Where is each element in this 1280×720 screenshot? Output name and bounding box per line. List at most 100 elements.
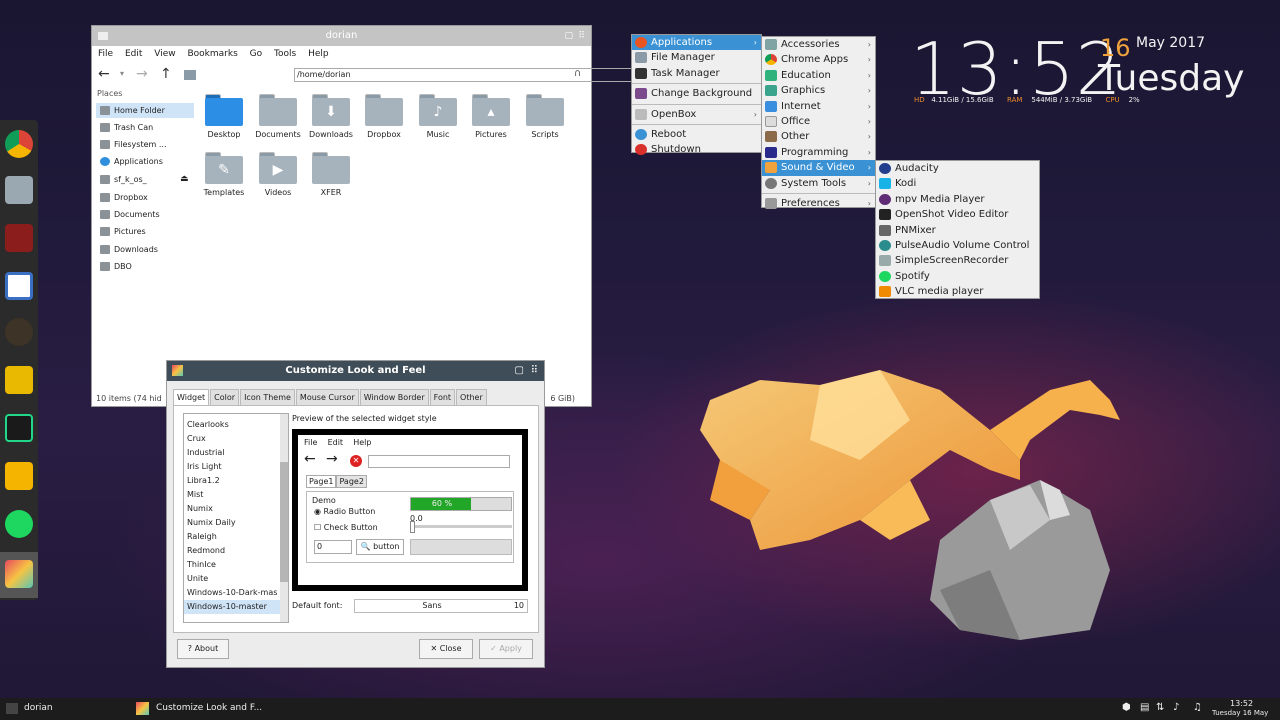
tab-other[interactable]: Other	[456, 389, 487, 405]
place-home-folder[interactable]: Home Folder	[96, 103, 194, 118]
menu-item-other[interactable]: Other ›	[762, 129, 875, 144]
file-videos[interactable]: ▶ Videos	[250, 152, 306, 197]
taskbar-date[interactable]: Tuesday 16 May	[1212, 709, 1268, 717]
network-tray-icon[interactable]: ⇅	[1156, 702, 1164, 713]
tab-font[interactable]: Font	[429, 389, 456, 405]
package-icon[interactable]	[5, 366, 33, 394]
theme-list[interactable]: Clearlooks Crux Industrial Iris Light Li…	[183, 413, 289, 623]
minimize-icon[interactable]: ▢	[515, 361, 524, 381]
menu-item-sound-video[interactable]: Sound & Video ›	[762, 160, 875, 176]
sound-video-menu[interactable]: Audacity Kodi mpv Media Player OpenShot …	[875, 160, 1040, 299]
up-icon[interactable]: ↑	[160, 66, 172, 82]
menu-item-pulseaudio[interactable]: PulseAudio Volume Control	[876, 238, 1039, 253]
menu-item-shutdown[interactable]: Shutdown	[632, 142, 761, 157]
theme-item[interactable]: ThinIce	[184, 558, 288, 572]
tab-color[interactable]: Color	[210, 389, 240, 405]
look-feel-icon[interactable]	[5, 560, 33, 588]
maximize-icon[interactable]: ⠿	[531, 361, 538, 381]
menu-item-internet[interactable]: Internet ›	[762, 99, 875, 114]
document-icon[interactable]	[5, 272, 33, 300]
menu-tools[interactable]: Tools	[274, 49, 296, 59]
chrome-icon[interactable]	[5, 130, 33, 158]
applications-menu[interactable]: Accessories › Chrome Apps › Education › Gra…	[761, 36, 876, 211]
file-downloads[interactable]: ⬇ Downloads	[303, 94, 359, 139]
place-dbo[interactable]: DBO	[96, 259, 194, 274]
place-applications[interactable]: Applications	[96, 154, 194, 169]
file-manager-icon[interactable]	[5, 176, 33, 204]
file-pictures[interactable]: ▴ Pictures	[463, 94, 519, 139]
menu-item-preferences[interactable]: Preferences ›	[762, 196, 875, 211]
place-documents[interactable]: Documents	[96, 207, 194, 222]
back-dropdown-icon[interactable]: ▾	[120, 69, 124, 78]
forward-icon[interactable]: →	[136, 66, 148, 82]
place-pictures[interactable]: Pictures	[96, 224, 194, 239]
file-desktop[interactable]: Desktop	[196, 94, 252, 139]
menu-edit[interactable]: Edit	[125, 49, 142, 59]
spotify-icon[interactable]	[5, 510, 33, 538]
task-manager-icon[interactable]	[5, 224, 33, 252]
theme-item[interactable]: Numix Daily	[184, 516, 288, 530]
menu-item-applications[interactable]: Applications ›	[632, 35, 761, 51]
file-templates[interactable]: ✎ Templates	[196, 152, 252, 197]
menu-item-openshot[interactable]: OpenShot Video Editor	[876, 207, 1039, 222]
mail-icon[interactable]	[5, 462, 33, 490]
close-button[interactable]: ✕ Close	[419, 639, 473, 659]
menu-item-spotify[interactable]: Spotify	[876, 269, 1039, 284]
taskbar-time[interactable]: 13:52	[1230, 699, 1253, 708]
menu-item-file-manager[interactable]: File Manager	[632, 50, 761, 65]
file-xfer[interactable]: XFER	[303, 152, 359, 197]
menu-help[interactable]: Help	[308, 49, 329, 59]
theme-item[interactable]: Windows-10-Dark-mas	[184, 586, 288, 600]
file-documents[interactable]: Documents	[250, 94, 306, 139]
refresh-icon[interactable]: ∩	[574, 68, 581, 79]
clipboard-tray-icon[interactable]: ▤	[1140, 702, 1149, 713]
font-button[interactable]: Sans 10	[354, 599, 528, 613]
tab-icon-theme[interactable]: Icon Theme	[240, 389, 295, 405]
root-menu[interactable]: Applications › File Manager Task Manager …	[631, 34, 762, 156]
theme-item[interactable]: Numix	[184, 502, 288, 516]
gimp-icon[interactable]	[5, 318, 33, 346]
taskbar-task-look-feel[interactable]: Customize Look and F...	[132, 698, 302, 720]
menu-item-programming[interactable]: Programming ›	[762, 145, 875, 160]
theme-item[interactable]: Mist	[184, 488, 288, 502]
place-trash[interactable]: Trash Can	[96, 120, 194, 135]
theme-item[interactable]: Libra1.2	[184, 474, 288, 488]
menu-item-task-manager[interactable]: Task Manager	[632, 66, 761, 81]
theme-item[interactable]: Industrial	[184, 446, 288, 460]
menu-item-audacity[interactable]: Audacity	[876, 161, 1039, 176]
apply-button[interactable]: ✓ Apply	[479, 639, 533, 659]
place-filesystem[interactable]: Filesystem ...	[96, 137, 194, 152]
menu-item-vlc[interactable]: VLC media player	[876, 284, 1039, 299]
home-icon[interactable]	[184, 70, 196, 80]
eject-icon[interactable]: ⏏	[180, 172, 189, 187]
place-downloads[interactable]: Downloads	[96, 242, 194, 257]
pycharm-icon[interactable]	[5, 414, 33, 442]
tab-window-border[interactable]: Window Border	[359, 389, 429, 405]
menu-item-openbox[interactable]: OpenBox ›	[632, 107, 761, 122]
tab-mouse-cursor[interactable]: Mouse Cursor	[295, 389, 359, 405]
theme-item[interactable]: Iris Light	[184, 460, 288, 474]
file-manager-window[interactable]: dorian ▢ ⠿ File Edit View Bookmarks Go T…	[91, 25, 658, 407]
back-icon[interactable]: ←	[98, 66, 110, 82]
menu-item-accessories[interactable]: Accessories ›	[762, 37, 875, 52]
look-feel-titlebar[interactable]: Customize Look and Feel ▢ ⠿	[167, 361, 544, 381]
menu-bookmarks[interactable]: Bookmarks	[187, 49, 237, 59]
address-bar[interactable]: /home/dorian	[294, 68, 658, 82]
menu-item-mpv[interactable]: mpv Media Player	[876, 192, 1039, 207]
place-sf-k-os[interactable]: sf_k_os_ ⏏	[96, 172, 194, 187]
menu-view[interactable]: View	[154, 49, 175, 59]
look-feel-window[interactable]: Customize Look and Feel ▢ ⠿ Widget Color…	[166, 360, 545, 668]
menu-item-reboot[interactable]: Reboot	[632, 127, 761, 142]
desktop-name[interactable]: dorian	[24, 703, 53, 713]
theme-item[interactable]: Redmond	[184, 544, 288, 558]
file-scripts[interactable]: Scripts	[517, 94, 573, 139]
file-manager-titlebar[interactable]: dorian ▢ ⠿	[92, 26, 591, 46]
menu-item-simplescreenrecorder[interactable]: SimpleScreenRecorder	[876, 253, 1039, 268]
menu-file[interactable]: File	[98, 49, 113, 59]
scrollbar[interactable]	[280, 414, 288, 622]
menu-item-chrome-apps[interactable]: Chrome Apps ›	[762, 52, 875, 67]
theme-item[interactable]: Unite	[184, 572, 288, 586]
theme-item[interactable]: Raleigh	[184, 530, 288, 544]
tab-widget[interactable]: Widget	[173, 389, 210, 405]
volume-tray-icon[interactable]: ♪	[1173, 702, 1179, 713]
